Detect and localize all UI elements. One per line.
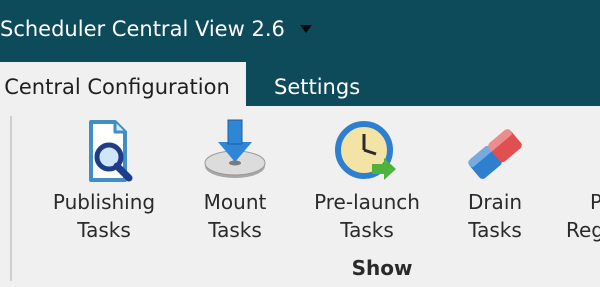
publishing-tasks-icon — [69, 114, 139, 184]
app-title: Scheduler Central View 2.6 — [0, 17, 285, 41]
partial-button-line2: Reg — [566, 218, 600, 242]
pre-launch-tasks-line2: Tasks — [340, 218, 394, 242]
pre-launch-tasks-line1: Pre-launch — [314, 190, 420, 214]
pre-launch-tasks-button[interactable]: Pre-launch Tasks — [306, 106, 428, 256]
partial-button-line1: P — [590, 190, 600, 214]
publishing-tasks-line2: Tasks — [77, 218, 131, 242]
mount-tasks-line2: Tasks — [208, 218, 262, 242]
pre-launch-tasks-icon — [332, 114, 402, 184]
mount-tasks-line1: Mount — [203, 190, 267, 214]
publishing-tasks-line1: Publishing — [52, 190, 156, 214]
drain-tasks-label: Drain Tasks — [456, 188, 534, 244]
mount-tasks-label: Mount Tasks — [190, 188, 280, 244]
title-bar: Scheduler Central View 2.6 — [0, 0, 600, 62]
drain-tasks-line2: Tasks — [468, 218, 522, 242]
drain-tasks-button[interactable]: Drain Tasks — [456, 106, 534, 256]
partial-button-label: P Reg — [566, 188, 600, 244]
tab-central-configuration[interactable]: Central Configuration — [0, 62, 246, 106]
tab-settings[interactable]: Settings — [274, 62, 360, 106]
mount-tasks-icon — [200, 114, 270, 184]
publishing-tasks-label: Publishing Tasks — [44, 188, 164, 244]
group-label-show: Show — [351, 256, 413, 280]
tab-bar: Central Configuration Settings — [0, 62, 600, 106]
pre-launch-tasks-label: Pre-launch Tasks — [306, 188, 428, 244]
mount-tasks-button[interactable]: Mount Tasks — [190, 106, 280, 256]
drain-tasks-line1: Drain — [467, 190, 523, 214]
publishing-tasks-button[interactable]: Publishing Tasks — [44, 106, 164, 256]
partial-ribbon-button[interactable]: P Reg — [560, 106, 600, 256]
ribbon: Publishing Tasks Mount Tasks Pre-launch … — [0, 106, 600, 287]
ribbon-separator — [10, 116, 12, 281]
drain-tasks-icon — [460, 114, 530, 184]
title-dropdown-icon[interactable] — [298, 22, 314, 36]
